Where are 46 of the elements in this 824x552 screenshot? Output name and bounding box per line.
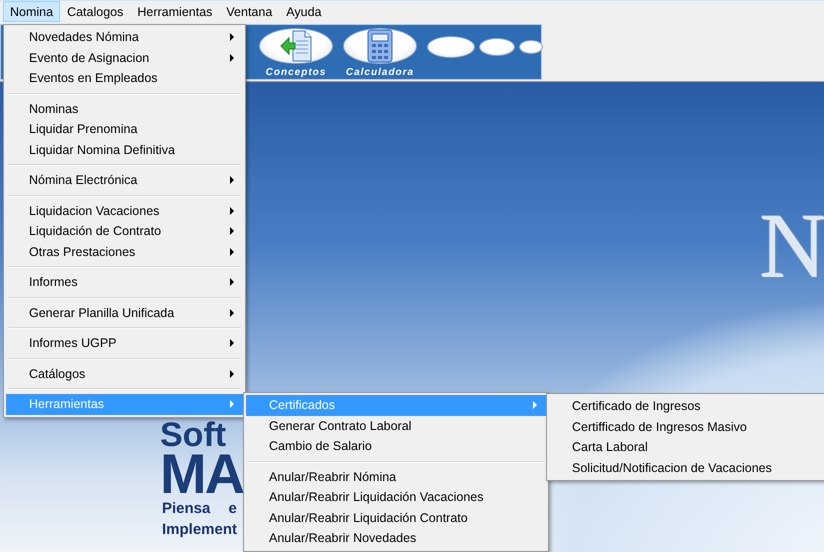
menu-item[interactable]: Evento de Asignacion	[6, 48, 243, 68]
submenu-arrow-icon	[230, 54, 234, 62]
menu-bar-item[interactable]: Catalogos	[60, 1, 130, 22]
tagline-text: Piensa e	[162, 499, 237, 519]
menu-item[interactable]: Nominas	[6, 98, 243, 119]
submenu-arrow-icon	[230, 227, 234, 236]
submenu-arrow-icon	[230, 278, 234, 286]
menu-item[interactable]: Anular/Reabrir Nómina	[246, 466, 546, 487]
menu-bar-item[interactable]: Ventana	[219, 1, 280, 22]
menu-item[interactable]: Informes	[6, 272, 243, 292]
menu-item[interactable]: Liquidar Prenomina	[6, 119, 243, 140]
submenu-arrow-icon	[230, 370, 234, 378]
menu-item[interactable]: Certifficado de Ingresos Masivo	[549, 416, 823, 437]
menu-item[interactable]: Eventos en Empleados	[6, 68, 243, 88]
menu-item[interactable]: Catálogos	[6, 364, 243, 384]
logo-text: MA	[160, 450, 244, 498]
menu-item[interactable]: Otras Prestaciones	[6, 242, 243, 262]
menu-item[interactable]: Nómina Electrónica	[6, 170, 243, 190]
menu-item[interactable]: Informes UGPP	[6, 333, 243, 354]
submenu-arrow-icon	[230, 206, 234, 215]
document-arrow-icon	[279, 28, 313, 62]
menu-item[interactable]: Anular/Reabrir Liquidación Contrato	[246, 508, 546, 528]
menu-bar-item[interactable]: Herramientas	[130, 1, 220, 22]
submenu-arrow-icon	[230, 400, 234, 408]
menu-item[interactable]: Liquidación de Contrato	[6, 221, 243, 242]
menu-item[interactable]: Cambio de Salario	[246, 436, 546, 456]
submenu-arrow-icon	[230, 176, 234, 184]
menu-item[interactable]: Certificado de Ingresos	[549, 396, 823, 416]
menu-item[interactable]: Anular/Reabrir Liquidación Vacaciones	[246, 487, 546, 508]
menu-item[interactable]: Generar Contrato Laboral	[246, 416, 546, 436]
menu-item[interactable]: Liquidacion Vacaciones	[6, 200, 243, 221]
tagline-text: Implement	[162, 520, 238, 540]
logo-text: Soft	[160, 420, 226, 450]
menu-item[interactable]: Anular/Reabrir Novedades	[246, 528, 546, 548]
menu-item[interactable]: Novedades Nómina	[6, 27, 243, 48]
submenu-arrow-icon	[230, 33, 234, 42]
menu-item[interactable]: Solicitud/Notificacion de Vacaciones	[549, 458, 823, 478]
menu-item[interactable]: Generar Planilla Unificada	[6, 302, 243, 323]
menu-bar-item[interactable]: Nomina	[3, 1, 60, 22]
submenu-arrow-icon	[230, 308, 234, 317]
submenu-arrow-icon	[230, 248, 234, 256]
menu-item[interactable]: Carta Laboral	[549, 437, 823, 458]
menu-item[interactable]: Liquidar Nomina Definitiva	[6, 140, 243, 160]
submenu-arrow-icon	[230, 339, 234, 348]
submenu-arrow-icon	[533, 401, 537, 410]
menu-bar-item[interactable]: Ayuda	[279, 1, 329, 22]
